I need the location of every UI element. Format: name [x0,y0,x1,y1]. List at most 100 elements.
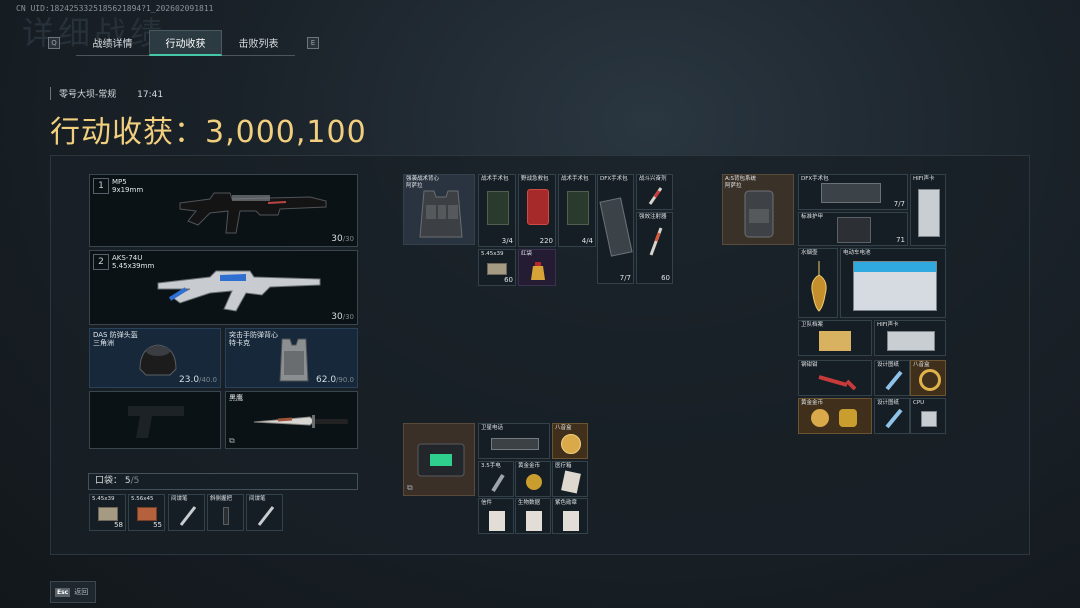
pistol-slot-empty[interactable] [89,391,221,449]
pen-icon [257,506,275,526]
pistol-placeholder-icon [128,406,184,438]
backpack-item-gold-coins[interactable]: 黄金金币 [798,398,872,434]
weapon-caliber: 5.45x39mm [112,262,155,270]
chest-item-injector[interactable]: 强效注射器 60 [636,212,673,284]
helmet-durability: 23.0/40.0 [179,375,217,385]
music-box-icon [919,369,941,391]
harvest-total: 行动收获：3,000,100 [50,115,367,150]
chest-item-stim[interactable]: 战斗兴奋剂 [636,174,673,210]
card-icon [561,470,581,494]
backpack-item-music-box[interactable]: 八音盒 [910,360,946,396]
secure-icon: ⧉ [407,483,413,492]
ammo-box-icon [137,507,157,521]
weapon-caliber: 9x19mm [112,186,144,194]
case-item-flashlight[interactable]: 3.5手电 [478,461,514,497]
weapon-slot-2[interactable]: 2 AKS-74U 5.45x39mm 30/30 [89,250,358,325]
secure-icon: ⧉ [229,436,235,445]
tab-prev-key-hint[interactable]: Q [48,37,60,49]
tactical-vest-icon [419,190,463,238]
first-aid-icon [527,189,549,225]
blueprint-icon [885,370,903,391]
helmet-slot[interactable]: DAS 防弹头盔 三角洲 23.0/40.0 [89,328,221,388]
blueprint-icon [885,408,903,429]
grip-icon [223,507,229,525]
match-meta: 零号大坝-常规 17:41 [50,87,181,100]
backpack-item-cpu[interactable]: CPU [910,398,946,434]
tab-bar: Q 战绩详情 行动收获 击败列表 E [48,30,319,56]
case-item-sat-phone[interactable]: 卫星电话 [478,423,550,459]
ammo-box-icon [487,263,507,275]
vest-slot[interactable]: 突击手防弹背心 特卡克 62.0/90.0 [225,328,358,388]
document-icon [563,511,579,531]
tab-next-key-hint[interactable]: E [307,37,319,49]
case-item-gold-coin[interactable]: 黄金金币 [515,461,551,497]
melee-slot[interactable]: 黑鹰 ⧉ [225,391,358,449]
backpack-item-blueprint-2[interactable]: 设计图纸 [874,398,910,434]
backpack-item-armor[interactable]: 标准护甲 71 [798,212,908,246]
tab-kill-list[interactable]: 击败列表 [222,30,295,56]
circuit-board-icon [887,331,935,351]
case-item-bio-data[interactable]: 生物数据 [515,498,551,534]
backpack-slot[interactable]: A:S背包系统 阿萨拉 [722,174,794,245]
trophy-icon [839,409,857,427]
slot-number: 2 [93,254,109,270]
chest-item-ammo[interactable]: 5.45x39 60 [478,249,516,286]
medkit-icon [567,191,589,225]
pocket-item-grip[interactable]: 斜侧握把 [207,494,244,531]
weapon-slot-1[interactable]: 1 MP5 9x19mm 30/30 [89,174,358,247]
chest-rig-slot[interactable]: 强袭战术背心 阿萨拉 [403,174,475,245]
backpack-item-wrench[interactable]: 钢钳钳 [798,360,872,396]
pocket-item-spy-pen-2[interactable]: 间谍笔 [246,494,283,531]
backpack-item-blueprint[interactable]: 设计图纸 [874,360,910,396]
hookah-icon [811,261,827,312]
case-item-purple-medal[interactable]: 紫色勋章 [552,498,588,534]
case-item-medkit[interactable]: 医疗箱 [552,461,588,497]
backpack-item-guard-file[interactable]: 卫队档案 [798,320,872,356]
case-icon [417,443,465,477]
player-uid: CN UID:1824253325185621894?1_2026020​918… [16,4,214,13]
cpu-icon [921,411,937,427]
injector-icon [649,227,663,256]
tab-action-harvest[interactable]: 行动收获 [149,30,222,56]
pocket-item-ammo-556[interactable]: 5.56x45 55 [128,494,165,531]
backpack-icon [744,190,774,238]
dfx-kit-icon [821,183,881,203]
weapon-name: AKS-74U [112,254,143,262]
map-name: 零号大坝-常规 [59,90,117,100]
vest-durability: 62.0/90.0 [316,375,354,385]
armor-plate-icon [837,217,871,243]
pen-icon [179,506,197,526]
phone-icon [491,438,539,450]
pocket-item-spy-pen[interactable]: 间谍笔 [168,494,205,531]
backpack-item-hookah[interactable]: 水烟壶 [798,248,838,318]
medkit-icon [487,191,509,225]
case-item-music-box[interactable]: 八音盒 [552,423,588,459]
chest-item-surgery-kit[interactable]: 战术手术包 3/4 [478,174,516,247]
knife-icon [253,415,348,428]
backpack-item-hifi-2[interactable]: HIFI声卡 [874,320,946,356]
weapon-name: MP5 [112,178,127,186]
backpack-item-dfx-kit[interactable]: DFX手术包 7/7 [798,174,908,210]
weapon-durability: 30/30 [331,234,354,244]
chest-item-surgery-kit-2[interactable]: 战术手术包 4/4 [558,174,596,247]
armor-vest-icon [279,338,309,382]
chest-item-first-aid[interactable]: 野战急救包 220 [518,174,556,247]
vest-sub: 特卡克 [229,339,250,347]
pocket-item-ammo-545[interactable]: 5.45x39 58 [89,494,126,531]
mp5-gun-icon [179,192,327,234]
back-button[interactable]: Esc 返回 [50,581,96,603]
tab-battle-details[interactable]: 战绩详情 [76,30,149,56]
chest-item-dfx-kit[interactable]: DFX手术包 7/7 [597,174,634,284]
document-icon [526,511,542,531]
pocket-header: 口袋： 5/5 [88,473,358,490]
backpack-item-car-battery[interactable]: 电动车电池 [840,248,946,318]
chest-item-red-bag[interactable]: 红袋 [518,249,556,286]
ammo-box-icon [98,507,118,521]
wrench-icon [818,375,857,391]
match-time: 17:41 [137,90,164,100]
back-label: 返回 [74,588,89,596]
case-item-letter[interactable]: 信件 [478,498,514,534]
secure-case-slot[interactable]: ⧉ [403,423,475,496]
backpack-item-hifi[interactable]: HIFI声卡 [910,174,946,246]
pouch-icon [531,262,545,280]
